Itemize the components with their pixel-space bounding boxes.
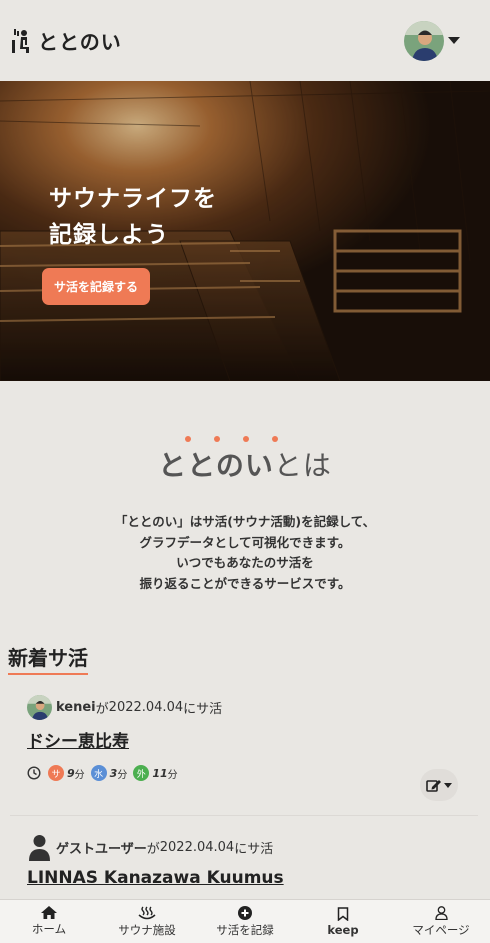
nav-keep[interactable]: keep <box>294 900 392 943</box>
post-facility-link[interactable]: ドシー恵比寿 <box>27 727 129 752</box>
record-sakatsu-button[interactable]: サ活を記録する <box>42 268 150 305</box>
outside-unit: 分 <box>167 769 178 781</box>
hero-banner: サウナライフを 記録しよう サ活を記録する <box>0 81 490 381</box>
avatar <box>404 20 444 61</box>
nav-label: keep <box>327 922 359 937</box>
chevron-down-icon <box>448 37 460 44</box>
logo[interactable]: ととのい <box>12 26 122 55</box>
post-suffix: にサ活 <box>183 702 223 717</box>
about-desc-line: 振り返ることができるサービスです。 <box>139 575 351 591</box>
clock-icon <box>27 766 41 780</box>
logo-text: ととのい <box>38 30 122 54</box>
chevron-down-icon <box>444 782 452 788</box>
recent-section-title: 新着サ活 <box>8 642 88 675</box>
about-desc-line: グラフデータとして可視化できます。 <box>139 534 351 550</box>
hero-title: サウナライフを 記録しよう <box>49 181 217 253</box>
sauna-badge: サ <box>48 765 64 781</box>
post-author[interactable]: ゲストユーザー <box>56 838 147 857</box>
nav-label: マイページ <box>412 922 470 937</box>
nav-label: サ活を記録 <box>216 922 274 937</box>
sauna-person-icon <box>12 28 29 53</box>
about-desc-line: 「ととのい」はサ活(サウナ活動)を記録して、 <box>114 514 376 529</box>
post-date: 2022.04.04 <box>159 839 235 855</box>
post-facility-link[interactable]: LINNAS Kanazawa Kuumus <box>27 868 284 888</box>
bookmark-icon <box>337 906 349 921</box>
nav-home[interactable]: ホーム <box>0 900 98 943</box>
nav-record[interactable]: サ活を記録 <box>196 900 294 943</box>
post-particle: が <box>146 841 160 857</box>
water-badge: 水 <box>90 765 107 781</box>
hero-title-line1: サウナライフを <box>49 186 217 212</box>
list-item: ゲストユーザー が 2022.04.04 にサ活 LINNAS Kanazawa… <box>0 833 490 888</box>
outside-minutes: 11 <box>152 766 168 780</box>
post-meta: kenei が 2022.04.04 にサ活 <box>27 695 490 720</box>
post-author[interactable]: kenei <box>56 700 96 715</box>
user-icon <box>434 905 448 920</box>
user-menu[interactable] <box>404 20 460 61</box>
about-desc-line: いつでもあなたのサ活を <box>176 555 314 570</box>
edit-icon <box>426 780 441 792</box>
list-item: kenei が 2022.04.04 にサ活 ドシー恵比寿 サ 9 分 水 3 … <box>0 695 490 815</box>
about-section: ととのいとは 「ととのい」はサ活(サウナ活動)を記録して、 グラフデータとして可… <box>0 381 490 594</box>
nav-mypage[interactable]: マイページ <box>392 900 490 943</box>
sauna-unit: 分 <box>74 769 85 781</box>
about-heading-strong: ととのい <box>158 449 274 482</box>
about-description: 「ととのい」はサ活(サウナ活動)を記録して、 グラフデータとして可視化できます。… <box>0 512 490 594</box>
header: ととのい <box>0 0 490 81</box>
avatar[interactable] <box>27 695 52 720</box>
guest-user-icon <box>29 835 50 861</box>
about-heading: ととのいとは <box>0 444 490 484</box>
about-heading-rest: とは <box>273 449 332 482</box>
nav-sauna-facilities[interactable]: サウナ施設 <box>98 900 196 943</box>
sauna-minutes: 9 <box>67 766 75 780</box>
hero-title-line2: 記録しよう <box>49 222 169 248</box>
emphasis-dots <box>0 436 490 442</box>
post-particle: が <box>95 702 109 717</box>
hot-spring-icon <box>138 906 156 919</box>
nav-label: ホーム <box>31 922 67 936</box>
water-minutes: 3 <box>109 766 118 780</box>
post-meta: ゲストユーザー が 2022.04.04 にサ活 <box>27 833 490 861</box>
water-unit: 分 <box>117 769 128 781</box>
outside-badge: 外 <box>133 765 150 781</box>
edit-menu-button[interactable] <box>420 769 458 801</box>
nav-label: サウナ施設 <box>118 922 176 937</box>
post-suffix: にサ活 <box>234 841 274 857</box>
divider <box>10 815 478 816</box>
bottom-nav: ホーム サウナ施設 サ活を記録 keep マイページ <box>0 899 490 943</box>
plus-circle-icon <box>238 905 252 920</box>
home-icon <box>41 906 57 919</box>
post-date: 2022.04.04 <box>108 700 184 715</box>
